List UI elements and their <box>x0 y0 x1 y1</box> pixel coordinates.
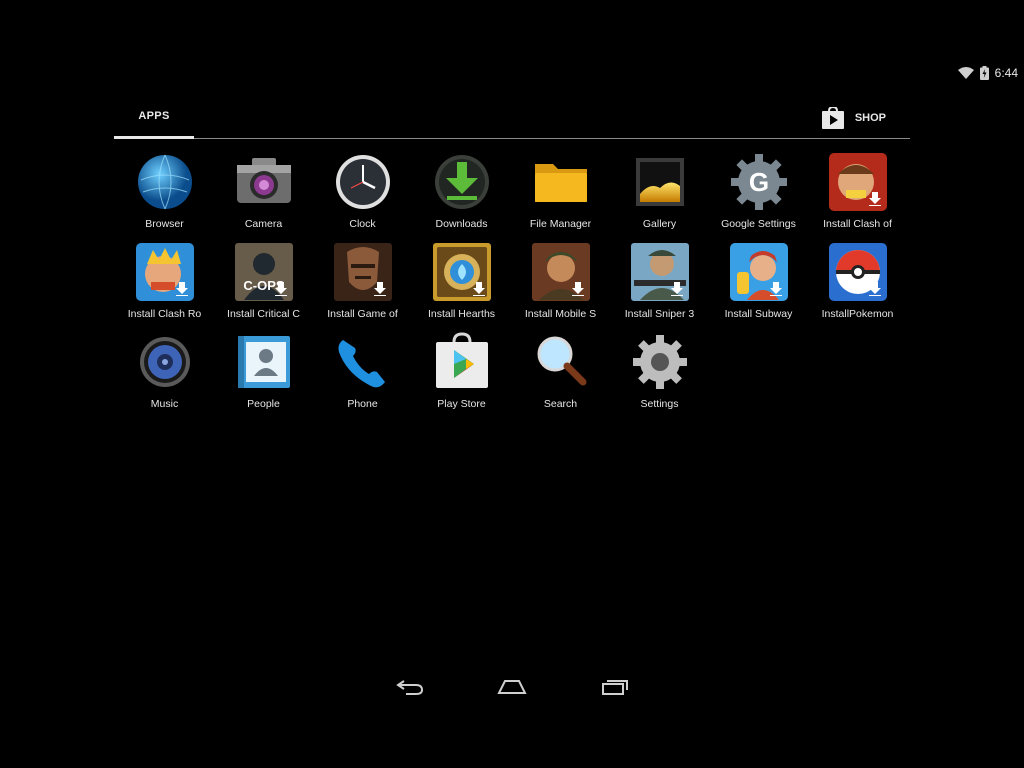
wifi-icon <box>957 67 974 79</box>
app-label: Install Clash of <box>823 218 892 230</box>
app-people[interactable]: People <box>214 330 313 420</box>
app-music[interactable]: Music <box>115 330 214 420</box>
critical-ops-icon: C-OPS <box>234 242 294 302</box>
app-label: Music <box>150 398 179 410</box>
shop-label: SHOP <box>854 112 886 124</box>
download-arrow-icon <box>175 282 188 296</box>
browser-icon <box>135 152 195 212</box>
app-install-sniper[interactable]: Install Sniper 3 <box>610 240 709 330</box>
app-label: InstallPokemon <box>821 308 894 320</box>
recent-apps-button[interactable] <box>595 672 635 702</box>
search-icon <box>531 332 591 392</box>
app-install-critical-ops[interactable]: C-OPS Install Critical C <box>214 240 313 330</box>
app-label: Settings <box>640 398 679 410</box>
battery-icon <box>979 66 989 80</box>
app-settings[interactable]: Settings <box>610 330 709 420</box>
app-file-manager[interactable]: File Manager <box>511 150 610 240</box>
app-install-pokemon[interactable]: InstallPokemon <box>808 240 907 330</box>
status-bar: 6:44 <box>957 62 1018 84</box>
app-label: Downloads <box>435 218 488 230</box>
google-settings-icon: G <box>729 152 789 212</box>
drawer-tabs: APPS SHOP <box>114 96 910 139</box>
download-arrow-icon <box>274 282 287 296</box>
contacts-icon <box>234 332 294 392</box>
clock-icon <box>333 152 393 212</box>
app-label: Install Critical C <box>227 308 300 320</box>
app-install-game-of-war[interactable]: Install Game of <box>313 240 412 330</box>
app-play-store[interactable]: Play Store <box>412 330 511 420</box>
app-label: Install Hearths <box>427 308 496 320</box>
music-speaker-icon <box>135 332 195 392</box>
tab-indicator <box>114 136 194 139</box>
app-label: Google Settings <box>721 218 796 230</box>
app-search[interactable]: Search <box>511 330 610 420</box>
svg-text:G: G <box>748 167 768 197</box>
app-downloads[interactable]: Downloads <box>412 150 511 240</box>
app-install-mobile-strike[interactable]: Install Mobile S <box>511 240 610 330</box>
navigation-bar <box>0 672 1024 702</box>
app-label: File Manager <box>529 218 592 230</box>
app-label: Install Clash Ro <box>127 308 202 320</box>
downloads-icon <box>432 152 492 212</box>
app-label: Camera <box>244 218 283 230</box>
download-arrow-icon <box>868 192 881 206</box>
app-install-subway-surfers[interactable]: Install Subway <box>709 240 808 330</box>
app-grid: Browser Camera Clock Downloads File Mana… <box>115 150 915 420</box>
app-label: Phone <box>347 398 378 410</box>
camera-icon <box>234 152 294 212</box>
app-install-clash-royale[interactable]: Install Clash Ro <box>115 240 214 330</box>
download-arrow-icon <box>571 282 584 296</box>
mobile-strike-icon <box>531 242 591 302</box>
gear-icon <box>630 332 690 392</box>
download-arrow-icon <box>670 282 683 296</box>
app-label: Install Sniper 3 <box>624 308 695 320</box>
home-button[interactable] <box>492 672 532 702</box>
subway-surfers-icon <box>729 242 789 302</box>
app-google-settings[interactable]: G Google Settings <box>709 150 808 240</box>
app-phone[interactable]: Phone <box>313 330 412 420</box>
home-icon <box>497 680 527 694</box>
app-label: Install Mobile S <box>524 308 597 320</box>
back-icon <box>396 680 424 695</box>
app-label: Gallery <box>642 218 677 230</box>
tab-apps[interactable]: APPS <box>114 96 194 136</box>
app-install-clash-of-clans[interactable]: Install Clash of <box>808 150 907 240</box>
clash-royale-icon <box>135 242 195 302</box>
download-arrow-icon <box>868 282 881 296</box>
play-store-icon <box>432 332 492 392</box>
pokeball-icon <box>828 242 888 302</box>
hearthstone-icon <box>432 242 492 302</box>
download-arrow-icon <box>373 282 386 296</box>
shop-button[interactable]: SHOP <box>821 102 886 134</box>
app-label: Browser <box>145 218 184 230</box>
app-gallery[interactable]: Gallery <box>610 150 709 240</box>
sniper-icon <box>630 242 690 302</box>
shopping-bag-icon <box>821 107 844 129</box>
app-browser[interactable]: Browser <box>115 150 214 240</box>
app-camera[interactable]: Camera <box>214 150 313 240</box>
app-label: Install Game of <box>327 308 398 320</box>
folder-icon <box>531 152 591 212</box>
clock-time: 6:44 <box>994 66 1018 80</box>
app-label: Install Subway <box>724 308 793 320</box>
clash-of-clans-icon <box>828 152 888 212</box>
phone-icon <box>333 332 393 392</box>
app-label: Clock <box>349 218 376 230</box>
app-install-hearthstone[interactable]: Install Hearths <box>412 240 511 330</box>
app-label: Play Store <box>437 398 486 410</box>
app-label: People <box>247 398 280 410</box>
gallery-icon <box>630 152 690 212</box>
recent-apps-icon <box>602 680 628 695</box>
back-button[interactable] <box>390 672 430 702</box>
download-arrow-icon <box>472 282 485 296</box>
game-of-war-icon <box>333 242 393 302</box>
app-clock[interactable]: Clock <box>313 150 412 240</box>
download-arrow-icon <box>769 282 782 296</box>
app-label: Search <box>543 398 578 410</box>
